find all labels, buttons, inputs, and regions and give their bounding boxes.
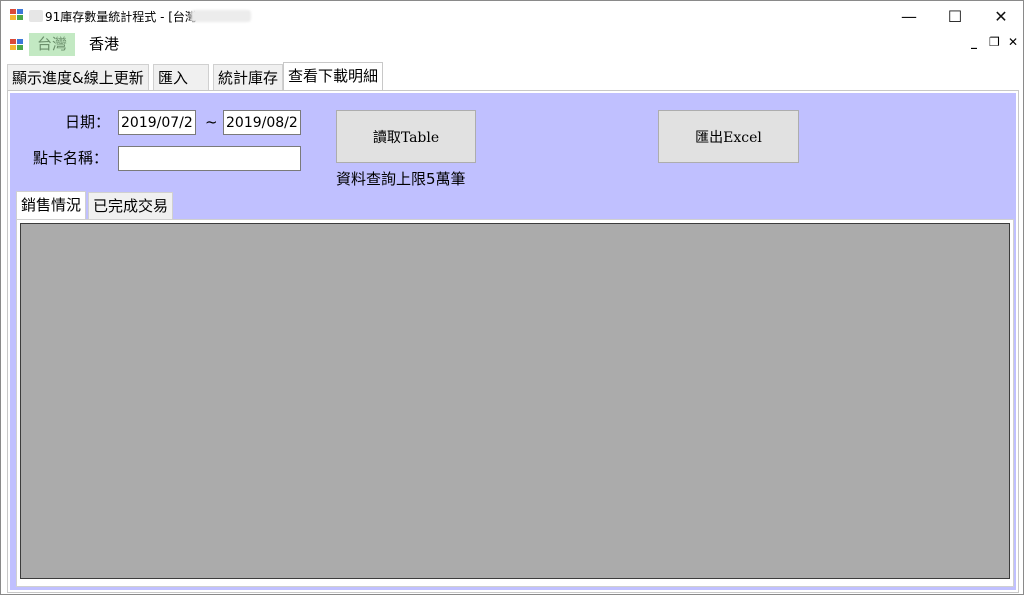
window-title: 91庫存數量統計程式 - [台灣 [45, 10, 197, 24]
date-separator: ~ [205, 113, 218, 131]
tab-page-download-details: 日期： ~ 點卡名稱： 讀取Table 資料查詢上限5萬筆 匯出Excel 銷售… [7, 90, 1019, 593]
mdi-minimize-button[interactable]: _ [971, 35, 977, 49]
tab-inventory-stats[interactable]: 統計庫存 [213, 64, 284, 91]
tab-sales-status[interactable]: 銷售情況 [16, 191, 87, 219]
date-label: 日期： [65, 113, 111, 131]
tab-import[interactable]: 匯入 [153, 64, 209, 91]
query-panel: 日期： ~ 點卡名稱： 讀取Table 資料查詢上限5萬筆 匯出Excel 銷售… [10, 93, 1016, 590]
sales-status-page [16, 219, 1014, 587]
card-name-label: 點卡名稱： [33, 149, 109, 167]
read-table-button[interactable]: 讀取Table [336, 110, 476, 163]
date-to-field[interactable] [223, 110, 301, 135]
mdi-restore-button[interactable]: ❐ [989, 35, 1000, 49]
query-limit-note: 資料查詢上限5萬筆 [336, 170, 466, 188]
tab-completed-transactions[interactable]: 已完成交易 [88, 192, 174, 220]
title-bar: 91庫存數量統計程式 - [台灣 — ☐ ✕ [1, 1, 1023, 31]
mdi-child-icon[interactable] [10, 39, 24, 51]
maximize-button[interactable]: ☐ [932, 1, 978, 31]
minimize-button[interactable]: — [886, 1, 932, 31]
menu-bar: 台灣 香港 _ ❐ ✕ [1, 31, 1023, 58]
redacted-title-suffix [191, 10, 251, 22]
menu-item-hongkong[interactable]: 香港 [81, 33, 127, 56]
app-window-icon [10, 9, 24, 21]
export-excel-button[interactable]: 匯出Excel [658, 110, 799, 163]
mdi-close-button[interactable]: ✕ [1008, 35, 1018, 49]
menu-item-taiwan[interactable]: 台灣 [29, 33, 76, 56]
redacted-title-prefix [29, 10, 43, 22]
close-button[interactable]: ✕ [978, 1, 1024, 31]
date-from-field[interactable] [118, 110, 196, 135]
card-name-field[interactable] [118, 146, 301, 171]
data-grid[interactable] [20, 223, 1010, 579]
app-window: 91庫存數量統計程式 - [台灣 — ☐ ✕ 台灣 香港 _ ❐ ✕ 顯示進度&… [0, 0, 1024, 595]
tab-progress-update[interactable]: 顯示進度&線上更新 [7, 64, 149, 91]
tab-download-details[interactable]: 查看下載明細 [283, 62, 384, 91]
